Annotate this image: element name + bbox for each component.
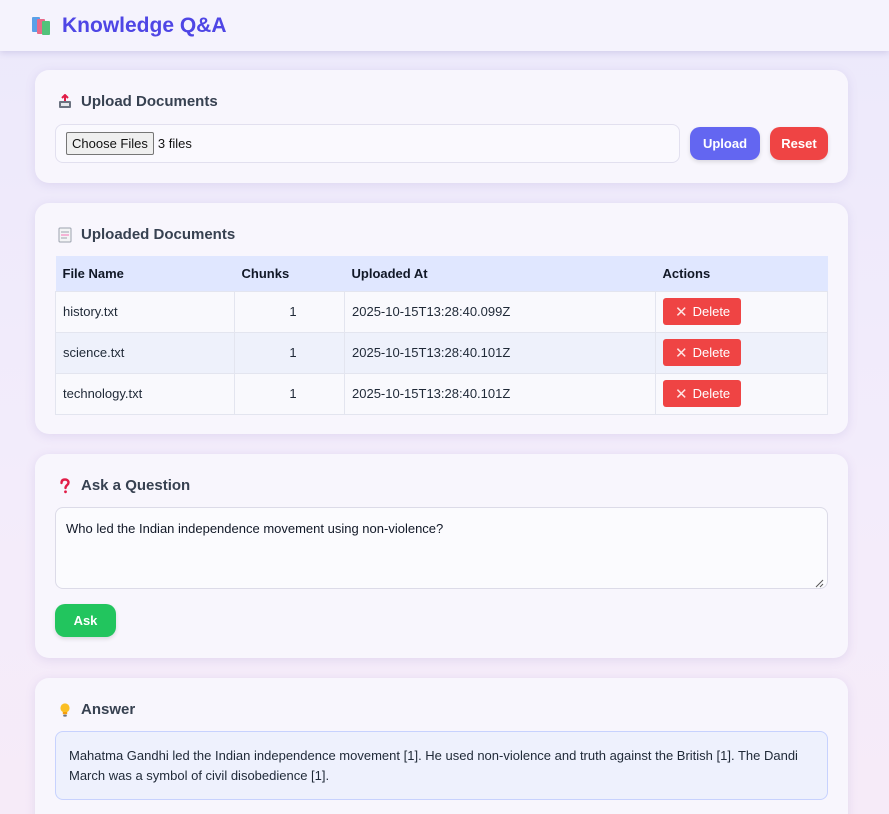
file-name-cell: science.txt	[55, 331, 235, 374]
uploaded-at-cell: 2025-10-15T13:28:40.101Z	[344, 372, 656, 415]
answer-title: Answer	[57, 701, 135, 718]
delete-button[interactable]: ✕ Delete	[663, 298, 742, 325]
upload-card: Upload Documents Choose Files 3 files Up…	[35, 70, 848, 183]
uploaded-at-cell: 2025-10-15T13:28:40.101Z	[344, 331, 656, 374]
documents-card: Uploaded Documents File Name Chunks Uplo…	[35, 203, 848, 434]
chunks-cell: 1	[234, 331, 345, 374]
ask-title-text: Ask a Question	[81, 477, 191, 494]
documents-title: Uploaded Documents	[57, 226, 235, 243]
close-icon: ✕	[675, 344, 688, 362]
choose-files-button[interactable]: Choose Files	[66, 132, 154, 155]
close-icon: ✕	[675, 303, 688, 321]
answer-card: Answer Mahatma Gandhi led the Indian ind…	[35, 678, 848, 814]
actions-cell: ✕ Delete	[655, 331, 828, 374]
table-row: history.txt 1 2025-10-15T13:28:40.099Z ✕…	[55, 290, 828, 333]
upload-button[interactable]: Upload	[690, 127, 760, 160]
chunks-cell: 1	[234, 290, 345, 333]
books-icon	[31, 15, 53, 37]
delete-button[interactable]: ✕ Delete	[663, 380, 742, 407]
column-header: File Name	[55, 256, 235, 291]
uploaded-at-cell: 2025-10-15T13:28:40.099Z	[344, 290, 656, 333]
column-header: Actions	[655, 256, 828, 291]
files-selected-text: 3 files	[157, 136, 192, 151]
actions-cell: ✕ Delete	[655, 372, 828, 415]
question-mark-icon	[57, 477, 73, 494]
document-icon	[57, 227, 73, 243]
app-header: Knowledge Q&A	[0, 0, 889, 51]
answer-text: Mahatma Gandhi led the Indian independen…	[69, 748, 798, 783]
ask-title: Ask a Question	[57, 477, 190, 494]
upload-title: Upload Documents	[57, 93, 218, 110]
question-text: Who led the Indian independence movement…	[66, 521, 444, 536]
delete-label: Delete	[692, 345, 731, 360]
delete-button[interactable]: ✕ Delete	[663, 339, 742, 366]
column-header: Chunks	[234, 256, 345, 291]
column-header: Uploaded At	[344, 256, 656, 291]
lightbulb-icon	[57, 702, 73, 718]
ask-card: Ask a Question Who led the Indian indepe…	[35, 454, 848, 658]
documents-title-text: Uploaded Documents	[81, 226, 236, 243]
table-row: technology.txt 1 2025-10-15T13:28:40.101…	[55, 372, 828, 415]
file-input[interactable]: Choose Files 3 files	[55, 124, 680, 163]
answer-title-text: Answer	[81, 701, 136, 718]
delete-label: Delete	[692, 386, 731, 401]
chunks-cell: 1	[234, 372, 345, 415]
close-icon: ✕	[675, 385, 688, 403]
answer-box: Mahatma Gandhi led the Indian independen…	[55, 731, 828, 800]
app-title: Knowledge Q&A	[62, 13, 227, 37]
table-row: science.txt 1 2025-10-15T13:28:40.101Z ✕…	[55, 331, 828, 374]
documents-table: File Name Chunks Uploaded At Actions his…	[55, 256, 828, 415]
reset-button[interactable]: Reset	[770, 127, 828, 160]
question-textarea[interactable]: Who led the Indian independence movement…	[55, 507, 828, 589]
file-name-cell: history.txt	[55, 290, 235, 333]
file-name-cell: technology.txt	[55, 372, 235, 415]
actions-cell: ✕ Delete	[655, 290, 828, 333]
resize-handle-icon[interactable]	[815, 576, 824, 588]
delete-label: Delete	[692, 304, 731, 319]
inbox-tray-icon	[57, 93, 73, 110]
upload-title-text: Upload Documents	[81, 93, 218, 110]
ask-button[interactable]: Ask	[55, 604, 116, 637]
table-header-row: File Name Chunks Uploaded At Actions	[55, 256, 828, 291]
